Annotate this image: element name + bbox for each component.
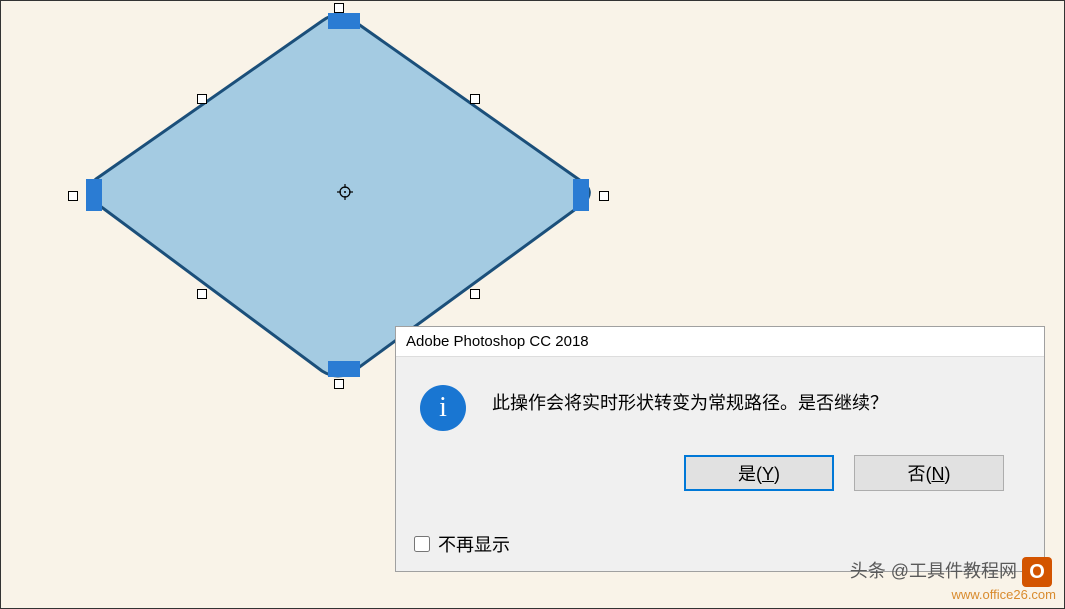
dialog-buttons: 是(Y) 否(N) — [396, 455, 1044, 521]
watermark-line2: www.office26.com — [850, 587, 1056, 604]
dialog-title: Adobe Photoshop CC 2018 — [396, 327, 1044, 357]
yes-button[interactable]: 是(Y) — [684, 455, 834, 491]
corner-marker-right-b[interactable] — [573, 195, 589, 211]
watermark: 头条 @工具件教程网 O www.office26.com — [850, 557, 1056, 604]
watermark-line1: 头条 @工具件教程网 O — [850, 557, 1056, 587]
watermark-logo-icon: O — [1022, 557, 1052, 587]
corner-marker-left-b[interactable] — [86, 195, 102, 211]
corner-marker-right-t[interactable] — [573, 179, 589, 195]
transform-handle-left[interactable] — [68, 191, 78, 201]
dialog-message: 此操作会将实时形状转变为常规路径。是否继续？ — [492, 385, 888, 431]
transform-handle-right[interactable] — [599, 191, 609, 201]
corner-marker-left-t[interactable] — [86, 179, 102, 195]
dialog-body: i 此操作会将实时形状转变为常规路径。是否继续？ — [396, 357, 1044, 455]
transform-handle-mid-tl[interactable] — [197, 94, 207, 104]
transform-handle-bottom[interactable] — [334, 379, 344, 389]
info-icon: i — [420, 385, 466, 431]
transform-handle-mid-br[interactable] — [470, 289, 480, 299]
transform-handle-mid-bl[interactable] — [197, 289, 207, 299]
no-button[interactable]: 否(N) — [854, 455, 1004, 491]
confirm-dialog: Adobe Photoshop CC 2018 i 此操作会将实时形状转变为常规… — [395, 326, 1045, 572]
corner-marker-top-l[interactable] — [328, 13, 344, 29]
transform-handle-top[interactable] — [334, 3, 344, 13]
corner-marker-top-r[interactable] — [344, 13, 360, 29]
transform-handle-mid-tr[interactable] — [470, 94, 480, 104]
dont-show-checkbox[interactable] — [414, 536, 430, 552]
corner-marker-bottom-l[interactable] — [328, 361, 344, 377]
center-anchor-icon[interactable] — [337, 184, 353, 200]
corner-marker-bottom-r[interactable] — [344, 361, 360, 377]
dont-show-label: 不再显示 — [438, 531, 510, 557]
